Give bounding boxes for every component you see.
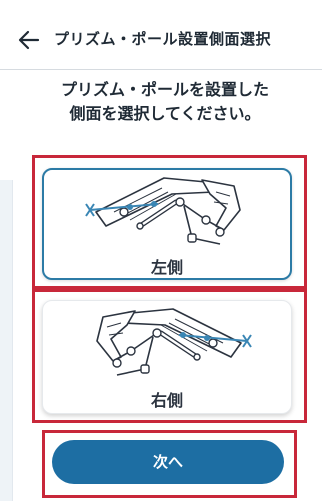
instruction-line-1: プリズム・ポールを設置した xyxy=(60,80,269,99)
excavator-arm-right-side-icon xyxy=(96,308,252,376)
arrow-left-icon[interactable] xyxy=(18,30,40,50)
option-label-left: 左側 xyxy=(150,258,183,277)
instruction-text: プリズム・ポールを設置した 側面を選択してください。 xyxy=(20,78,310,126)
excavator-arm-left-side-icon xyxy=(85,177,241,245)
next-button[interactable]: 次へ xyxy=(52,440,284,484)
header-bar: プリズム・ポール設置側面選択 xyxy=(0,0,322,70)
instruction-line-2: 側面を選択してください。 xyxy=(69,104,261,123)
option-card-right[interactable]: 右側 xyxy=(42,300,292,414)
page-title: プリズム・ポール設置側面選択 xyxy=(54,30,272,48)
background-panel xyxy=(0,180,13,501)
option-card-left[interactable]: 左側 xyxy=(42,168,292,280)
option-label-right: 右側 xyxy=(150,391,183,410)
